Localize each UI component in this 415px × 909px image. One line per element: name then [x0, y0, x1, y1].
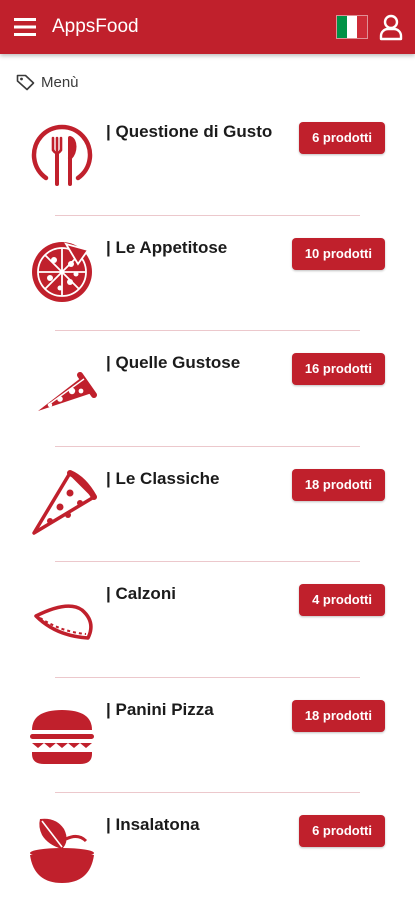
product-count-badge[interactable]: 4 prodotti — [299, 584, 385, 616]
product-count-badge[interactable]: 16 prodotti — [291, 353, 385, 385]
product-count-badge[interactable]: 18 prodotti — [291, 699, 385, 732]
category-name: | Le Appetitose — [106, 237, 228, 257]
breadcrumb[interactable]: Menù — [16, 72, 79, 92]
category-item-le-appetitose[interactable]: | Le Appetitose 10 prodotti — [0, 216, 415, 331]
category-name: | Insalatona — [106, 815, 200, 834]
whole-pizza-icon — [32, 241, 92, 302]
italy-flag-icon[interactable] — [336, 15, 368, 39]
category-name: | Le Classiche — [106, 468, 220, 488]
burger-icon — [30, 709, 94, 764]
category-list: | Questione di Gusto 6 prodotti | Le App… — [0, 100, 415, 909]
category-item-quelle-gustose[interactable]: | Quelle Gustose 16 prodotti — [0, 331, 415, 447]
category-item-calzoni[interactable]: | Calzoni 4 prodotti — [0, 562, 415, 678]
tag-icon — [16, 74, 35, 91]
category-item-le-classiche[interactable]: | Le Classiche 18 prodotti — [0, 447, 415, 562]
flag-stripe-red — [357, 16, 367, 38]
category-name: | Calzoni — [106, 584, 176, 603]
product-count-badge[interactable]: 6 prodotti — [299, 122, 385, 154]
product-count-badge[interactable]: 10 prodotti — [291, 237, 385, 270]
app-title: AppsFood — [52, 16, 139, 37]
category-item-panini-pizza[interactable]: | Panini Pizza 18 prodotti — [0, 678, 415, 793]
calzone-icon — [34, 604, 93, 640]
plate-cutlery-icon — [31, 124, 93, 186]
category-item-insalatona[interactable]: | Insalatona 6 prodotti — [0, 793, 415, 909]
pizza-slice-icon — [38, 372, 97, 411]
pizza-slice-large-icon — [32, 469, 97, 535]
user-profile-icon[interactable] — [378, 13, 404, 41]
flag-stripe-white — [347, 16, 357, 38]
category-name: | Quelle Gustose — [106, 353, 241, 372]
product-count-badge[interactable]: 6 prodotti — [299, 815, 385, 847]
app-header: AppsFood — [0, 0, 415, 54]
hamburger-menu-icon[interactable] — [14, 16, 38, 38]
product-count-badge[interactable]: 18 prodotti — [291, 468, 385, 501]
breadcrumb-label: Menù — [41, 73, 79, 91]
category-name: | Panini Pizza — [106, 699, 214, 719]
category-item-questione-di-gusto[interactable]: | Questione di Gusto 6 prodotti — [0, 100, 415, 216]
salad-bowl-icon — [30, 818, 94, 883]
flag-stripe-green — [337, 16, 347, 38]
category-name: | Questione di Gusto — [106, 122, 273, 141]
